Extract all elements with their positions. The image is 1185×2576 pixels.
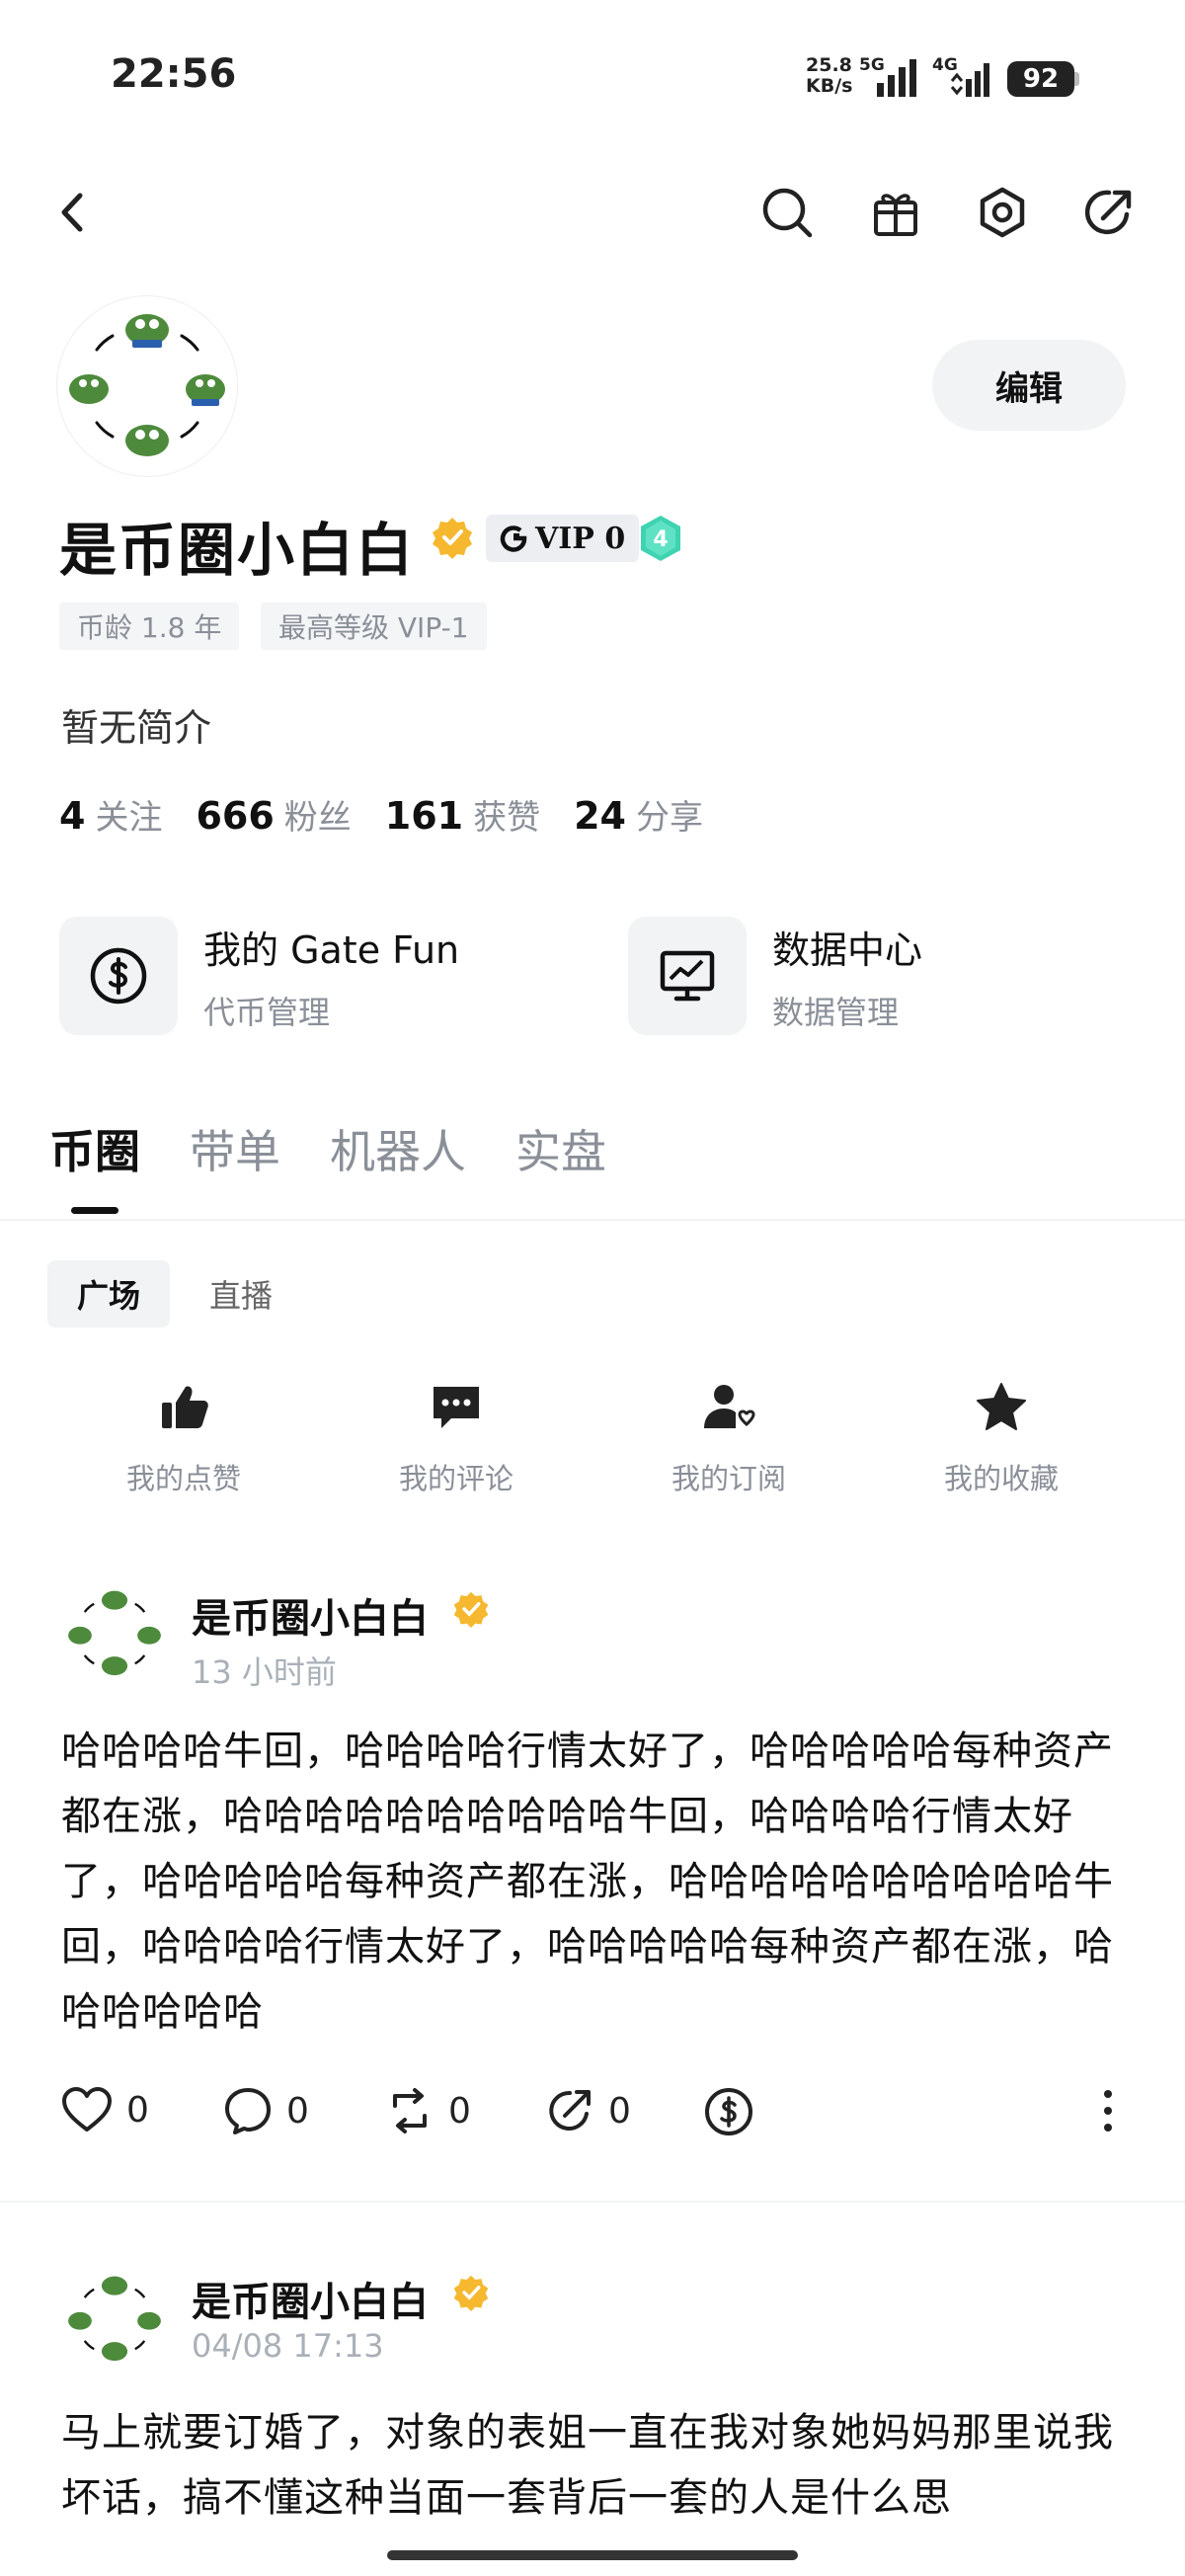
my-favorites-button[interactable]: 我的收藏 bbox=[903, 1379, 1100, 1497]
vip-label: VIP 0 bbox=[535, 521, 626, 556]
my-likes-button[interactable]: 我的点赞 bbox=[85, 1379, 282, 1497]
post-author-avatar[interactable] bbox=[61, 1580, 168, 1687]
dollar-circle-icon bbox=[705, 2088, 752, 2135]
home-indicator[interactable] bbox=[387, 2550, 798, 2560]
vip-badge[interactable]: VIP 0 bbox=[486, 515, 640, 562]
verified-badge-icon bbox=[433, 518, 472, 559]
profile-avatar[interactable] bbox=[57, 296, 237, 476]
feature-subtitle: 数据管理 bbox=[772, 993, 900, 1031]
thumbs-up-icon bbox=[162, 1386, 208, 1428]
my-subscriptions-button[interactable]: 我的订阅 bbox=[630, 1379, 828, 1497]
post-body-text[interactable]: 哈哈哈哈牛回，哈哈哈哈行情太好了，哈哈哈哈哈每种资产都在涨，哈哈哈哈哈哈哈哈哈哈… bbox=[61, 1719, 1132, 2045]
signal-5g-icon bbox=[877, 59, 916, 97]
post-timestamp: 13 小时前 bbox=[192, 1653, 337, 1691]
verified-badge-icon bbox=[453, 2275, 489, 2311]
gift-button[interactable] bbox=[861, 168, 930, 257]
active-tab-indicator bbox=[71, 1207, 118, 1214]
settings-hexagon-icon bbox=[980, 187, 1025, 238]
gate-logo-icon bbox=[500, 525, 527, 552]
data-center-entry[interactable]: 数据中心 数据管理 bbox=[628, 917, 922, 1035]
battery-tip bbox=[1074, 72, 1079, 86]
settings-button[interactable] bbox=[968, 168, 1037, 257]
share-arrow-icon bbox=[1084, 190, 1132, 235]
tip-button[interactable] bbox=[703, 2086, 754, 2137]
dollar-circle-icon bbox=[90, 947, 147, 1005]
post-body-text[interactable]: 马上就要订婚了，对象的表姐一直在我对象她妈妈那里说我坏话，搞不懂这种当面一套背后… bbox=[61, 2400, 1132, 2531]
coin-age-tag: 币龄 1.8 年 bbox=[59, 603, 240, 650]
star-icon bbox=[977, 1383, 1026, 1430]
gift-icon bbox=[874, 194, 917, 236]
stat-likes[interactable]: 161 获赞 bbox=[385, 790, 540, 839]
max-level-tag: 最高等级 VIP-1 bbox=[261, 603, 487, 650]
profile-bio: 暂无简介 bbox=[61, 706, 212, 750]
network-speed: 25.8 KB/s bbox=[806, 54, 853, 97]
search-icon bbox=[762, 188, 813, 238]
content-tabs: 币圈 带单 机器人 实盘 bbox=[49, 1116, 606, 1181]
search-button[interactable] bbox=[752, 168, 822, 257]
chevron-left-icon bbox=[61, 193, 83, 232]
subtab-plaza[interactable]: 广场 bbox=[47, 1260, 171, 1328]
like-button[interactable]: 0 bbox=[61, 2086, 149, 2133]
stat-followers[interactable]: 666 粉丝 bbox=[196, 790, 351, 839]
post-divider bbox=[0, 2201, 1185, 2203]
comment-button[interactable]: 0 bbox=[223, 2086, 309, 2135]
profile-stats: 4 关注 666 粉丝 161 获赞 24 分享 bbox=[59, 790, 703, 839]
more-options-button[interactable] bbox=[1102, 2086, 1114, 2135]
feature-subtitle: 代币管理 bbox=[203, 993, 331, 1031]
comment-icon bbox=[434, 1387, 479, 1428]
edit-profile-button[interactable]: 编辑 bbox=[932, 340, 1126, 431]
feature-icon-wrapper bbox=[59, 917, 178, 1035]
verified-badge-icon bbox=[453, 1591, 489, 1628]
my-comments-button[interactable]: 我的评论 bbox=[357, 1379, 555, 1497]
feature-title: 数据中心 bbox=[772, 927, 923, 972]
post-timestamp: 04/08 17:13 bbox=[192, 2327, 384, 2365]
level-number: 4 bbox=[653, 527, 668, 552]
share-arrow-icon bbox=[549, 2090, 591, 2131]
sub-tabs: 广场 直播 bbox=[47, 1260, 302, 1328]
repost-icon bbox=[393, 2088, 427, 2133]
top-navbar bbox=[0, 168, 1185, 257]
frog-avatar-image bbox=[68, 1590, 161, 1676]
comment-outline-icon bbox=[225, 2088, 271, 2134]
tab-bi-quan[interactable]: 币圈 bbox=[49, 1116, 140, 1181]
chart-monitor-icon bbox=[660, 950, 715, 1002]
back-button[interactable] bbox=[38, 168, 107, 257]
post-author-name[interactable]: 是币圈小白白 bbox=[192, 2270, 429, 2327]
level-badge[interactable]: 4 bbox=[638, 514, 683, 563]
share-button[interactable] bbox=[1074, 168, 1144, 257]
signal-4g-icon bbox=[950, 63, 989, 97]
feature-title: 我的 Gate Fun bbox=[203, 927, 460, 972]
gate-fun-entry[interactable]: 我的 Gate Fun 代币管理 bbox=[59, 917, 459, 1035]
frog-avatar-image bbox=[69, 314, 225, 456]
feature-icon-wrapper bbox=[628, 917, 747, 1035]
post-author-avatar[interactable] bbox=[61, 2266, 168, 2373]
tab-dai-dan[interactable]: 带单 bbox=[190, 1116, 280, 1181]
status-time: 22:56 bbox=[111, 51, 237, 97]
status-bar: 22:56 25.8 KB/s 5G 4G 92 bbox=[0, 0, 1185, 158]
frog-avatar-image bbox=[68, 2276, 161, 2362]
stat-shares[interactable]: 24 分享 bbox=[574, 790, 703, 839]
repost-button[interactable]: 0 bbox=[385, 2086, 471, 2135]
stat-following[interactable]: 4 关注 bbox=[59, 790, 162, 839]
tab-real-trading[interactable]: 实盘 bbox=[515, 1116, 606, 1181]
subscribe-user-icon bbox=[704, 1385, 755, 1428]
share-post-button[interactable]: 0 bbox=[545, 2086, 631, 2135]
tabs-divider bbox=[0, 1219, 1185, 1221]
subtab-live[interactable]: 直播 bbox=[180, 1260, 302, 1328]
heart-outline-icon bbox=[62, 2087, 112, 2132]
battery-indicator: 92 bbox=[1007, 61, 1074, 97]
more-vertical-icon bbox=[1104, 2090, 1112, 2132]
post-action-bar: 0 0 0 0 bbox=[61, 2086, 1128, 2145]
tab-bots[interactable]: 机器人 bbox=[330, 1116, 466, 1181]
profile-username: 是币圈小白白 bbox=[59, 517, 416, 584]
post-author-name[interactable]: 是币圈小白白 bbox=[192, 1586, 429, 1644]
